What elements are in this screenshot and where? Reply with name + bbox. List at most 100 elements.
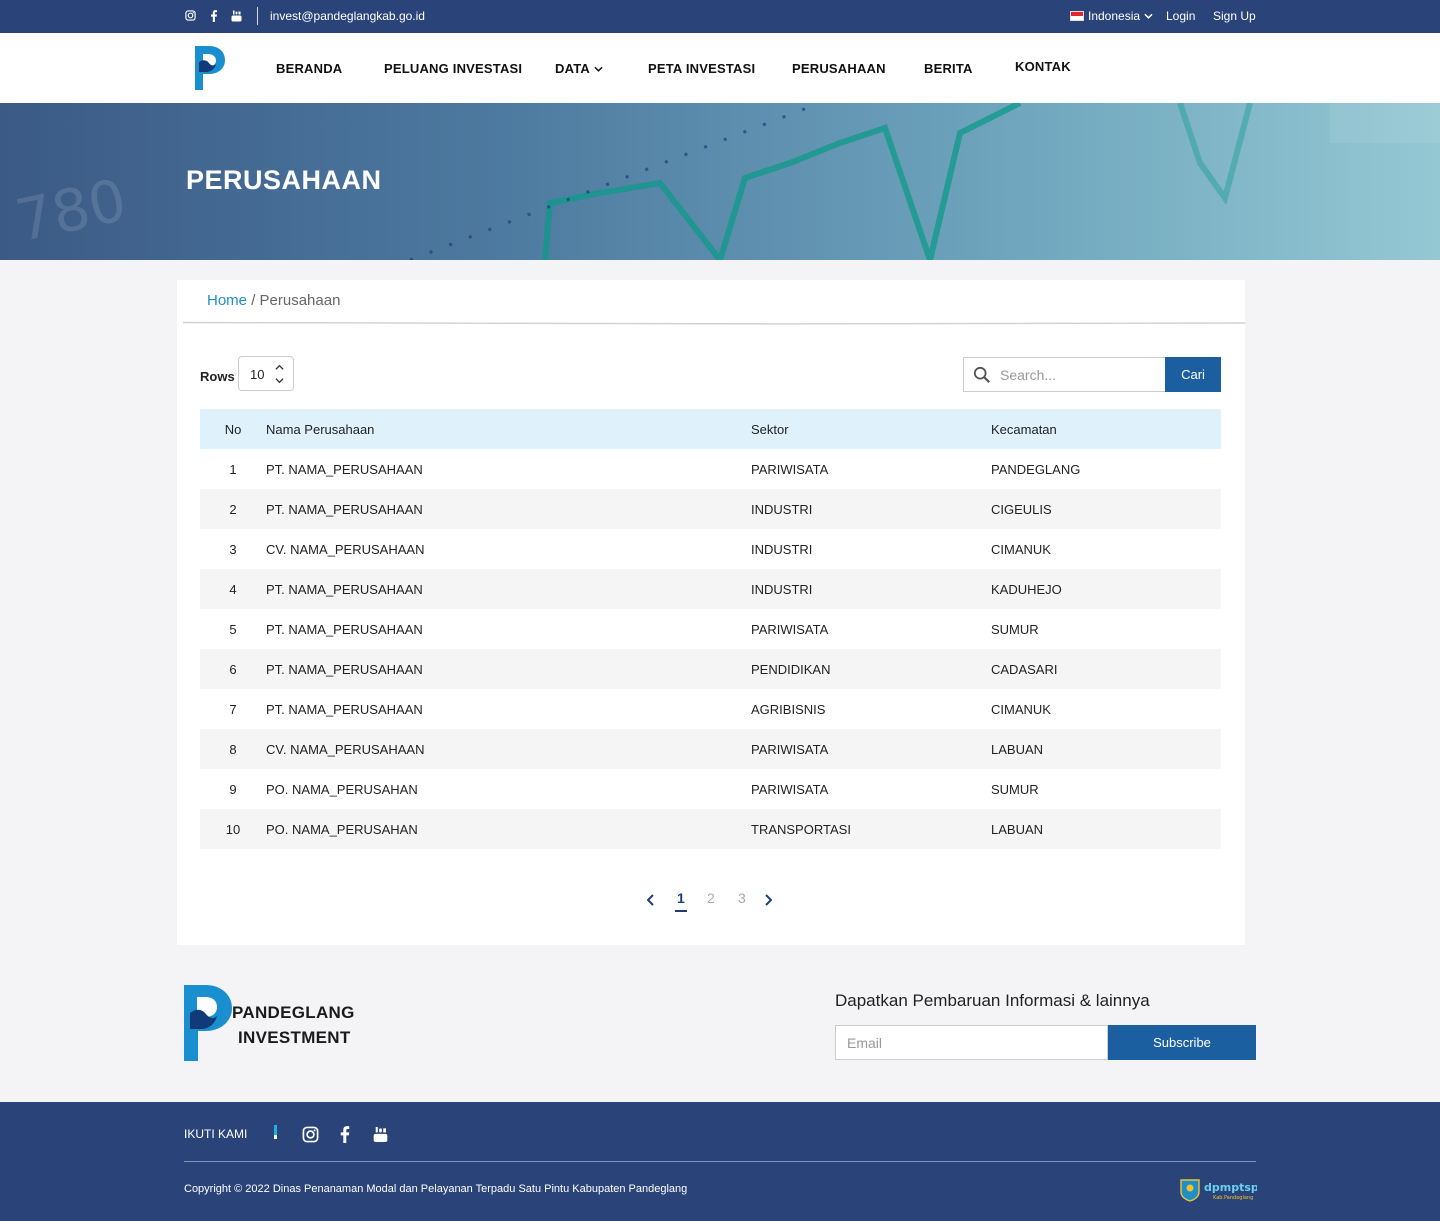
page-title: PERUSAHAAN (186, 165, 382, 195)
pagination: 1 2 3 (646, 890, 807, 915)
table-row[interactable]: 4 PT. NAMA_PERUSAHAAN INDUSTRI KADUHEJO (200, 569, 1221, 609)
signup-link[interactable]: Sign Up (1213, 9, 1256, 23)
cell-nama-perusahaan: CV. NAMA_PERUSAHAAN (266, 541, 425, 557)
follow-label: IKUTI KAMI (184, 1127, 248, 1141)
footer-bar: IKUTI KAMI Copyright © 2022 Dinas Penana… (0, 1102, 1440, 1221)
cell-nama-perusahaan: PT. NAMA_PERUSAHAAN (266, 621, 423, 637)
footer-logo[interactable]: PANDEGLANG INVESTMENT (184, 985, 354, 1061)
column-header-kecamatan[interactable]: Kecamatan (991, 409, 1221, 449)
table-row[interactable]: 2 PT. NAMA_PERUSAHAAN INDUSTRI CIGEULIS (200, 489, 1221, 529)
table-row[interactable]: 8 CV. NAMA_PERUSAHAAN PARIWISATA LABUAN (200, 729, 1221, 769)
pagination-prev[interactable] (646, 890, 655, 909)
pagination-page-1[interactable]: 1 (675, 890, 687, 912)
nav-peluang-investasi[interactable]: PELUANG INVESTASI (384, 61, 522, 76)
breadcrumb-home[interactable]: Home (207, 292, 247, 309)
breadcrumb-separator: / (251, 292, 256, 309)
cell-nama-perusahaan: PT. NAMA_PERUSAHAAN (266, 501, 423, 517)
cell-sektor: PENDIDIKAN (751, 661, 831, 677)
cell-no: 6 (229, 661, 237, 677)
cell-kecamatan: CIGEULIS (991, 501, 1052, 517)
cell-sektor: PARIWISATA (751, 461, 829, 477)
pandeglang-logo-icon[interactable] (193, 44, 227, 92)
search-box (963, 357, 1165, 392)
cell-nama-perusahaan: CV. NAMA_PERUSAHAAN (266, 741, 425, 757)
instagram-icon[interactable] (184, 9, 197, 22)
youtube-icon[interactable] (230, 9, 243, 22)
rows-label: Rows (200, 369, 235, 384)
cell-no: 3 (229, 541, 237, 557)
page-hero: 780 PERUSAHAAN (0, 103, 1440, 260)
nav-berita[interactable]: BERITA (924, 61, 973, 76)
cell-kecamatan: SUMUR (991, 781, 1039, 797)
youtube-icon[interactable] (371, 1125, 389, 1143)
cell-no: 1 (229, 461, 237, 477)
cell-kecamatan: LABUAN (991, 741, 1044, 757)
cell-kecamatan: PANDEGLANG (991, 461, 1081, 477)
subscribe-email-field[interactable] (835, 1025, 1108, 1060)
cell-sektor: PARIWISATA (751, 621, 829, 637)
table-row[interactable]: 10 PO. NAMA_PERUSAHAN TRANSPORTASI LABUAN (200, 809, 1221, 849)
company-table: No Nama Perusahaan Sektor Kecamatan 1 PT.… (200, 409, 1221, 849)
cell-no: 10 (225, 821, 241, 837)
cell-sektor: AGRIBISNIS (751, 701, 826, 717)
footer-divider (184, 1161, 1256, 1162)
cell-no: 5 (229, 621, 237, 637)
dpmptsp-logo-subtext: Kab.Pandeglang (1213, 1195, 1253, 1201)
table-row[interactable]: 9 PO. NAMA_PERUSAHAN PARIWISATA SUMUR (200, 769, 1221, 809)
indonesia-flag-icon (1070, 11, 1084, 21)
subscribe-button[interactable]: Subscribe (1108, 1025, 1256, 1060)
dpmptsp-logo-text: dpmptsp (1204, 1181, 1257, 1194)
cell-nama-perusahaan: PT. NAMA_PERUSAHAAN (266, 581, 423, 597)
table-row[interactable]: 6 PT. NAMA_PERUSAHAAN PENDIDIKAN CADASARI (200, 649, 1221, 689)
cell-no: 7 (229, 701, 237, 717)
nav-beranda[interactable]: BERANDA (276, 61, 342, 76)
cell-nama-perusahaan: PO. NAMA_PERUSAHAN (266, 781, 418, 797)
language-selector[interactable]: Indonesia (1070, 9, 1153, 23)
contact-email[interactable]: invest@pandeglangkab.go.id (270, 9, 425, 23)
table-row[interactable]: 5 PT. NAMA_PERUSAHAAN PARIWISATA SUMUR (200, 609, 1221, 649)
table-header-row: No Nama Perusahaan Sektor Kecamatan (200, 409, 1221, 449)
pandeglang-logo-icon (184, 985, 232, 1061)
facebook-icon[interactable] (336, 1125, 354, 1143)
login-link[interactable]: Login (1166, 9, 1195, 23)
follow-accent-mark (274, 1125, 277, 1139)
cell-no: 4 (229, 581, 237, 597)
cell-sektor: INDUSTRI (751, 581, 813, 597)
chevron-down-icon[interactable] (275, 377, 284, 384)
nav-data-label: DATA (555, 61, 590, 76)
search-icon (973, 366, 990, 383)
subscribe-title: Dapatkan Pembaruan Informasi & lainnya (835, 991, 1150, 1010)
nav-data[interactable]: DATA (555, 61, 603, 76)
breadcrumb-current: Perusahaan (259, 292, 341, 309)
search-button[interactable]: Cari (1165, 357, 1221, 392)
instagram-icon[interactable] (301, 1125, 319, 1143)
pagination-page-2[interactable]: 2 (707, 890, 715, 906)
nav-perusahaan[interactable]: PERUSAHAAN (792, 61, 886, 76)
chevron-up-icon[interactable] (275, 364, 284, 371)
nav-kontak[interactable]: KONTAK (1015, 59, 1071, 74)
chevron-left-icon (646, 894, 654, 906)
column-header-sektor[interactable]: Sektor (751, 409, 991, 449)
table-row[interactable]: 7 PT. NAMA_PERUSAHAAN AGRIBISNIS CIMANUK (200, 689, 1221, 729)
pagination-page-3[interactable]: 3 (738, 890, 746, 906)
cell-nama-perusahaan: PO. NAMA_PERUSAHAN (266, 821, 418, 837)
cell-nama-perusahaan: PT. NAMA_PERUSAHAAN (266, 701, 423, 717)
search-input[interactable] (1000, 367, 1160, 383)
column-header-nama[interactable]: Nama Perusahaan (266, 409, 751, 449)
column-header-no[interactable]: No (200, 409, 266, 449)
table-row[interactable]: 1 PT. NAMA_PERUSAHAAN PARIWISATA PANDEGLANG (200, 449, 1221, 489)
cell-kecamatan: CADASARI (991, 661, 1058, 677)
rows-per-page-stepper[interactable]: 10 (238, 356, 294, 391)
table-row[interactable]: 3 CV. NAMA_PERUSAHAAN INDUSTRI CIMANUK (200, 529, 1221, 569)
cell-kecamatan: LABUAN (991, 821, 1044, 837)
breadcrumb: Home / Perusahaan (207, 292, 340, 309)
facebook-icon[interactable] (207, 9, 220, 22)
top-separator (257, 7, 258, 25)
nav-peta-investasi[interactable]: PETA INVESTASI (648, 61, 755, 76)
footer-logo-line2: INVESTMENT (238, 1028, 351, 1047)
cell-kecamatan: CIMANUK (991, 541, 1051, 557)
cell-no: 8 (229, 741, 237, 757)
cell-sektor: INDUSTRI (751, 541, 813, 557)
cell-no: 2 (229, 501, 237, 517)
pagination-next[interactable] (764, 890, 773, 909)
